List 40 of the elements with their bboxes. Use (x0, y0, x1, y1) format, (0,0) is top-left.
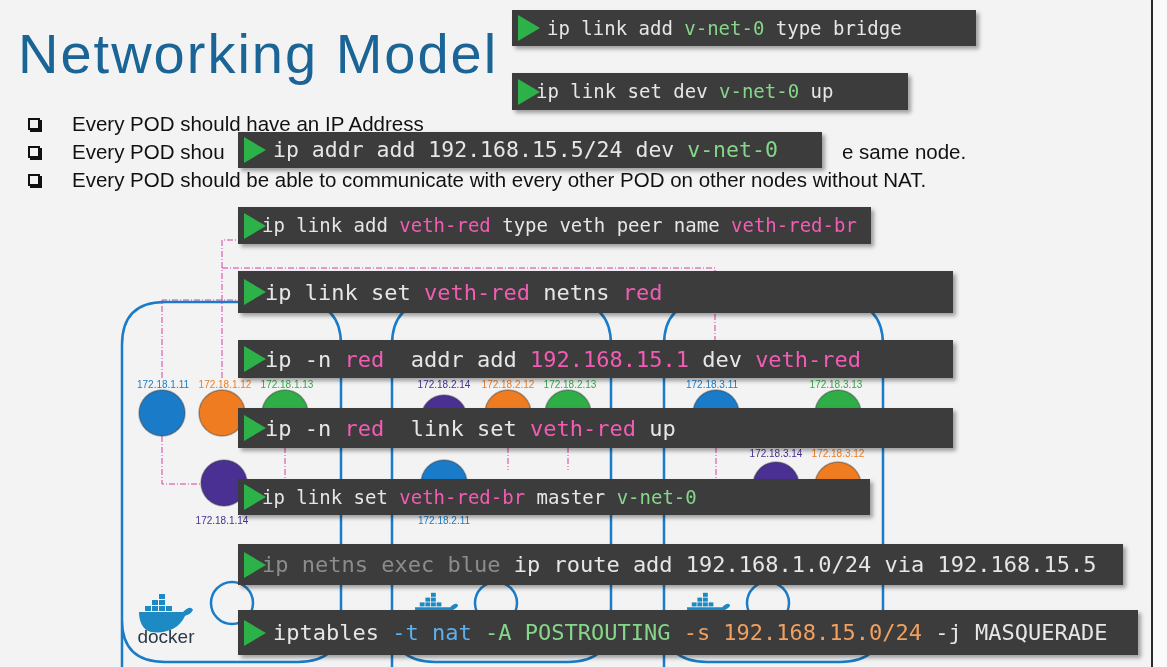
ip-label: 172.18.3.14 (749, 448, 803, 459)
command-text: ip link set dev v-net-0 up (536, 79, 834, 105)
ip-label: 172.18.3.12 (811, 448, 865, 459)
play-icon (244, 619, 266, 646)
command-text: ip link add veth-red type veth peer name veth-red-br (262, 213, 857, 239)
dashed-line (161, 435, 201, 485)
ip-label: 172.18.2.14 (417, 379, 471, 390)
docker-wordmark: docker (137, 626, 195, 647)
play-icon (244, 551, 266, 578)
play-icon (244, 346, 266, 372)
ip-label: 172.18.2.12 (481, 379, 535, 390)
play-icon (244, 137, 266, 163)
ip-label: 172.18.2.13 (543, 379, 597, 390)
play-icon (244, 415, 266, 441)
bullet-text: Every POD should be able to communicate with every other POD on other nodes without NAT. (72, 166, 927, 193)
slide-title: Networking Model (18, 22, 499, 86)
ip-label: 172.18.3.13 (809, 379, 863, 390)
ip-label: 172.18.1.13 (260, 379, 314, 390)
ip-label: 172.18.2.11 (417, 515, 471, 526)
command-text: ip addr add 192.168.15.5/24 dev v-net-0 (273, 135, 778, 164)
play-icon (518, 15, 540, 41)
bullet-text: Every POD shou (72, 138, 225, 165)
command-text: ip -n red link set veth-red up (265, 414, 676, 443)
command-text: ip link set veth-red netns red (265, 278, 663, 307)
checkbox-bullet-icon (28, 146, 40, 158)
command-text: ip -n red addr add 192.168.15.1 dev veth-red (265, 345, 862, 374)
checkbox-bullet-icon (28, 118, 40, 130)
ip-label: 172.18.1.11 (136, 379, 190, 390)
command-text: iptables -t nat -A POSTROUTING -s 192.168.15.0/24 -j MASQUERADE (273, 619, 1108, 647)
ip-label: 172.18.1.14 (195, 515, 249, 526)
command-text: ip link add v-net-0 type bridge (547, 15, 902, 41)
checkbox-bullet-icon (28, 174, 40, 186)
ip-label: 172.18.3.11 (685, 379, 739, 390)
bullet-text: Every POD should have an IP Address (72, 110, 424, 137)
command-text: ip link set veth-red-br master v-net-0 (262, 484, 697, 510)
ip-label: 172.18.1.12 (198, 379, 252, 390)
port-circle (209, 580, 255, 626)
bullet-text: e same node. (842, 138, 967, 165)
command-text: ip netns exec blue ip route add 192.168.1.0/24 via 192.168.15.5 (262, 551, 1097, 579)
play-icon (244, 279, 266, 305)
